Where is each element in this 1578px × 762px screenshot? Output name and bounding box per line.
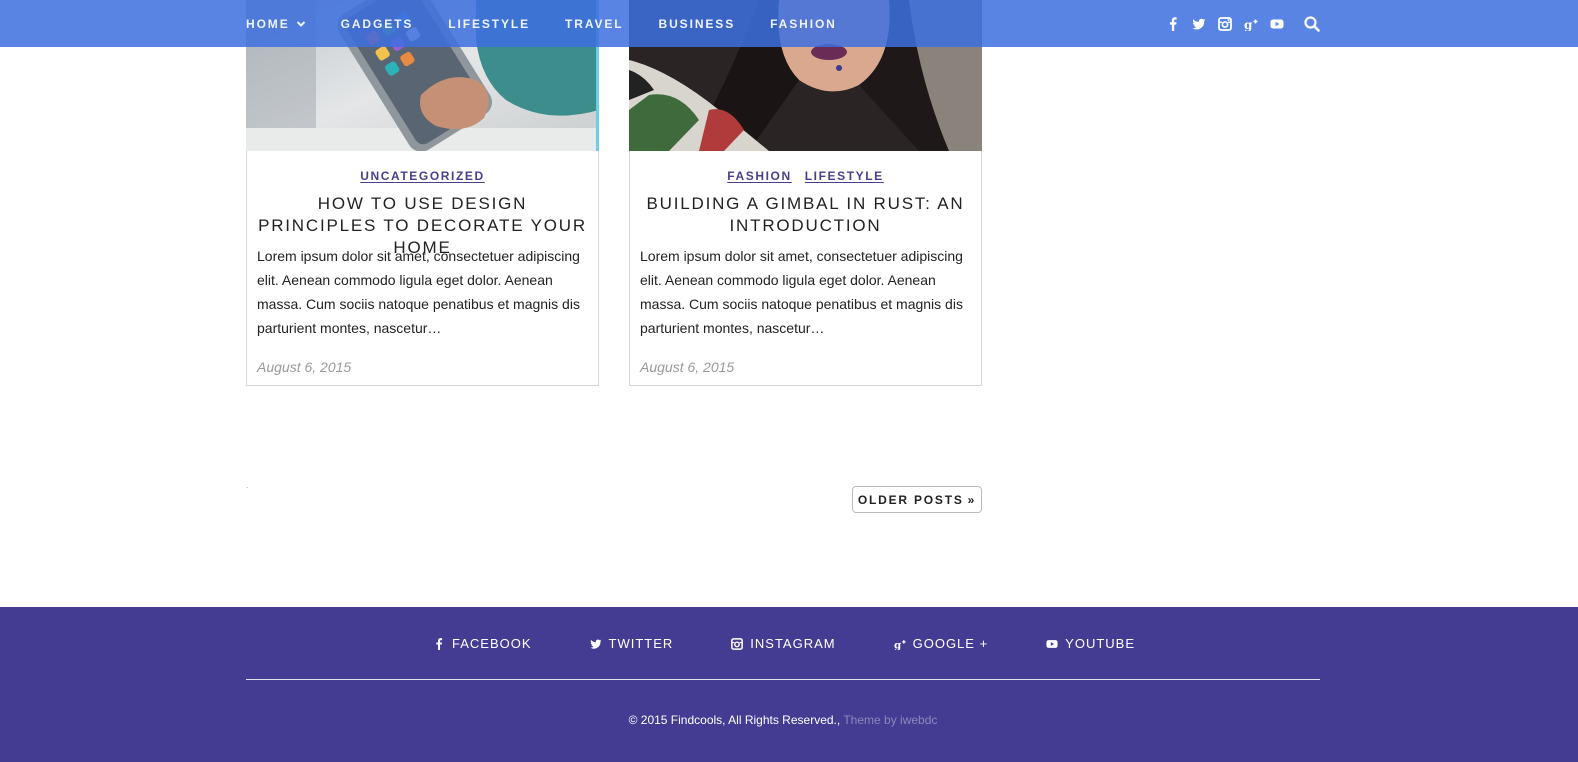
footer-link-youtube[interactable]: YOUTUBE [1046, 636, 1135, 651]
chevron-down-icon [296, 20, 305, 27]
top-navigation: HOME GADGETS LIFESTYLE TRAVEL BUSINESS F… [0, 0, 1578, 47]
category-link[interactable]: LIFESTYLE [805, 169, 884, 183]
svg-text:g: g [1244, 18, 1253, 31]
header-social-icons: g [1160, 0, 1290, 47]
menu-item-lifestyle[interactable]: LIFESTYLE [448, 17, 530, 31]
post-card: FASHION LIFESTYLE BUILDING A GIMBAL IN R… [629, 0, 982, 386]
menu-item-business[interactable]: BUSINESS [659, 17, 736, 31]
footer-copyright: © 2015 Findcools, All Rights Reserved., … [0, 713, 1566, 727]
footer-link-instagram[interactable]: INSTAGRAM [731, 636, 835, 651]
main-menu: HOME GADGETS LIFESTYLE TRAVEL BUSINESS F… [246, 0, 872, 47]
svg-text:g: g [894, 639, 902, 650]
footer-link-label: FACEBOOK [451, 636, 532, 651]
theme-credit-link[interactable]: Theme by iwebdc [843, 713, 937, 727]
twitter-icon[interactable] [1186, 0, 1212, 47]
menu-item-travel[interactable]: TRAVEL [565, 17, 624, 31]
youtube-icon[interactable] [1264, 0, 1290, 47]
facebook-icon[interactable] [1160, 0, 1186, 47]
menu-item-label: HOME [246, 16, 290, 31]
search-icon[interactable] [1303, 15, 1321, 33]
google-plus-icon[interactable]: g [1238, 0, 1264, 47]
pagination-marker: . [246, 481, 249, 490]
post-categories: FASHION LIFESTYLE [630, 169, 981, 183]
facebook-icon [436, 637, 443, 650]
double-chevron-right-icon: » [967, 492, 977, 507]
post-date: August 6, 2015 [257, 359, 352, 375]
footer-link-google-plus[interactable]: g GOOGLE + [894, 636, 989, 651]
footer-link-facebook[interactable]: FACEBOOK [433, 636, 532, 651]
post-excerpt: Lorem ipsum dolor sit amet, consectetuer… [640, 248, 963, 336]
footer-link-label: YOUTUBE [1065, 636, 1136, 651]
google-plus-icon: g [894, 639, 906, 650]
post-date: August 6, 2015 [640, 359, 735, 375]
footer-link-twitter[interactable]: TWITTER [589, 636, 674, 651]
menu-item-fashion[interactable]: FASHION [770, 17, 837, 31]
menu-item-home[interactable]: HOME [246, 17, 306, 31]
category-link[interactable]: FASHION [727, 169, 792, 183]
post-categories: UNCATEGORIZED [247, 169, 598, 183]
category-link[interactable]: UNCATEGORIZED [360, 169, 485, 183]
older-posts-label: OLDER POSTS [857, 492, 964, 507]
site-footer: FACEBOOK TWITTER INSTAGRAM g GOOGLE + YO… [0, 607, 1578, 762]
footer-divider [246, 679, 1320, 680]
footer-link-label: INSTAGRAM [750, 636, 836, 651]
copyright-text: © 2015 Findcools, All Rights Reserved., [628, 713, 841, 727]
twitter-icon [589, 639, 602, 649]
post-card: UNCATEGORIZED HOW TO USE DESIGN PRINCIPL… [246, 0, 599, 386]
footer-link-label: TWITTER [608, 636, 674, 651]
instagram-icon[interactable] [1212, 0, 1238, 47]
instagram-icon [731, 637, 744, 650]
footer-link-label: GOOGLE + [912, 636, 989, 651]
post-excerpt: Lorem ipsum dolor sit amet, consectetuer… [257, 248, 580, 336]
menu-item-gadgets[interactable]: GADGETS [341, 17, 414, 31]
youtube-icon [1046, 639, 1058, 648]
footer-social-links: FACEBOOK TWITTER INSTAGRAM g GOOGLE + YO… [0, 636, 1568, 651]
older-posts-button[interactable]: OLDER POSTS » [852, 486, 982, 513]
post-title[interactable]: BUILDING A GIMBAL IN RUST: AN INTRODUCTI… [640, 193, 971, 237]
